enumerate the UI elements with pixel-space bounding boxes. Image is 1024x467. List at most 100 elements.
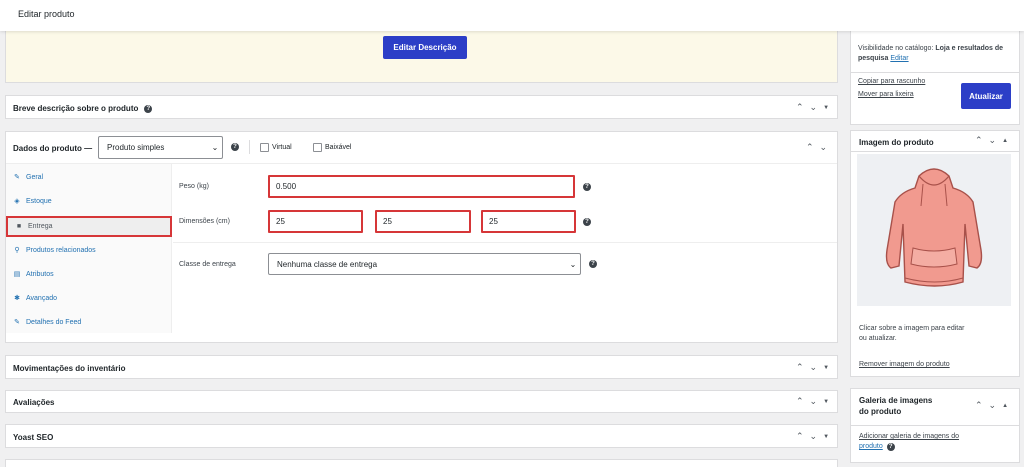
- tag-icon: ◈: [14, 198, 20, 205]
- help-icon[interactable]: ?: [583, 183, 591, 191]
- product-type-value: Produto simples: [107, 143, 165, 152]
- edit-description-button[interactable]: Editar Descrição: [383, 36, 467, 59]
- height-input[interactable]: 25: [481, 210, 576, 233]
- checkbox-box[interactable]: [313, 143, 322, 152]
- toggle-triangle-icon[interactable]: ▼: [823, 399, 829, 405]
- panel-controls: ⌃ ⌄ ▲: [975, 135, 1008, 146]
- update-button[interactable]: Atualizar: [961, 83, 1011, 109]
- product-image[interactable]: [857, 154, 1011, 306]
- tab-feed-details[interactable]: ✎ Detalhes do Feed: [6, 312, 172, 332]
- tab-general[interactable]: ✎ Geral: [6, 167, 172, 187]
- shipping-class-value: Nenhuma classe de entrega: [277, 259, 378, 269]
- gallery-title-line-2: do produto: [859, 407, 902, 416]
- wrench-icon: ✎: [14, 174, 20, 181]
- description-area: Editar Descrição: [5, 30, 838, 83]
- toggle-triangle-icon[interactable]: ▲: [1002, 403, 1008, 409]
- top-bar: Editar produto: [0, 0, 1024, 31]
- product-image-box: Imagem do produto ⌃ ⌄ ▲ Clicar sobre a i…: [850, 130, 1020, 377]
- panel-controls: ⌃ ⌄ ▼: [796, 102, 829, 113]
- downloadable-checkbox[interactable]: Baixável: [313, 143, 351, 152]
- divider: [173, 242, 837, 243]
- toggle-triangle-icon[interactable]: ▲: [1002, 138, 1008, 144]
- visibility-label: Visibilidade no catálogo:: [858, 45, 934, 52]
- tab-linked-products[interactable]: ⚲ Produtos relacionados: [6, 240, 172, 260]
- width-input[interactable]: 25: [375, 210, 471, 233]
- toggle-triangle-icon[interactable]: ▼: [823, 365, 829, 371]
- reviews-title: Avaliações: [13, 398, 55, 407]
- gear-icon: ✱: [14, 295, 20, 302]
- panel-controls: ⌃ ⌄ ▼: [796, 362, 829, 373]
- product-gallery-box: Galeria de imagens do produto ⌃ ⌄ ▲ Adic…: [850, 388, 1020, 463]
- image-hint-line-2: ou atualizar.: [859, 335, 897, 342]
- shipping-class-label: Classe de entrega: [179, 261, 236, 268]
- chevron-down-icon[interactable]: ⌄: [810, 102, 818, 113]
- list-icon: ▤: [13, 271, 21, 278]
- reviews-panel: Avaliações ⌃ ⌄ ▼: [5, 390, 838, 413]
- help-icon[interactable]: ?: [144, 104, 153, 113]
- add-gallery-link-line-2[interactable]: produto: [859, 442, 883, 452]
- product-data-panel: Dados do produto — Produto simples ⌄ ? V…: [5, 131, 838, 343]
- chevron-down-icon: ⌄: [211, 143, 219, 152]
- visibility-edit-link[interactable]: Editar: [890, 55, 908, 62]
- inventory-panel: Movimentações do inventário ⌃ ⌄ ▼: [5, 355, 838, 379]
- help-icon[interactable]: ?: [231, 143, 239, 151]
- tab-inventory[interactable]: ◈ Estoque: [6, 191, 172, 211]
- gallery-title-line-1: Galeria de imagens: [859, 396, 933, 405]
- chevron-down-icon[interactable]: ⌄: [820, 142, 828, 153]
- help-icon[interactable]: ?: [886, 443, 895, 451]
- short-description-title: Breve descrição sobre o produto: [13, 104, 139, 113]
- divider: [851, 151, 1019, 152]
- divider: [851, 425, 1019, 426]
- help-icon[interactable]: ?: [583, 218, 591, 226]
- divider: [851, 72, 1019, 73]
- image-hint-line-1: Clicar sobre a imagem para editar: [859, 325, 965, 332]
- product-data-tabs: ✎ Geral ◈ Estoque ■ Entrega ⚲ Produtos r…: [6, 164, 172, 333]
- panel-controls: ⌃ ⌄ ▼: [796, 431, 829, 442]
- move-trash-link[interactable]: Mover para lixeira: [858, 90, 914, 100]
- toggle-triangle-icon[interactable]: ▼: [823, 105, 829, 111]
- chevron-down-icon: ⌄: [569, 259, 577, 269]
- tab-advanced[interactable]: ✱ Avançado: [6, 288, 172, 308]
- chevron-up-icon[interactable]: ⌃: [796, 396, 804, 407]
- weight-label: Peso (kg): [179, 183, 209, 190]
- inventory-title: Movimentações do inventário: [13, 364, 126, 373]
- product-image-title: Imagem do produto: [859, 138, 934, 147]
- virtual-label: Virtual: [272, 144, 292, 151]
- chevron-up-icon[interactable]: ⌃: [796, 362, 804, 373]
- divider: [249, 140, 250, 154]
- tab-attributes[interactable]: ▤ Atributos: [6, 264, 172, 284]
- product-data-title: Dados do produto —: [13, 144, 93, 153]
- shipping-class-select[interactable]: Nenhuma classe de entrega ⌄: [268, 253, 581, 275]
- remove-image-link[interactable]: Remover imagem do produto: [859, 360, 950, 370]
- chevron-up-icon[interactable]: ⌃: [975, 135, 983, 146]
- link-icon: ⚲: [14, 247, 20, 254]
- panel-controls: ⌃ ⌄ ▲: [975, 400, 1008, 411]
- help-icon[interactable]: ?: [589, 260, 597, 268]
- chevron-down-icon[interactable]: ⌄: [989, 400, 997, 411]
- dimensions-label: Dimensões (cm): [179, 218, 230, 225]
- add-gallery-link-line-1[interactable]: Adicionar galeria de imagens do: [859, 432, 959, 442]
- chevron-down-icon[interactable]: ⌄: [989, 135, 997, 146]
- truck-icon: ■: [16, 223, 22, 230]
- checkbox-box[interactable]: [260, 143, 269, 152]
- panel-controls: ⌃ ⌄ ▼: [796, 396, 829, 407]
- chevron-up-icon[interactable]: ⌃: [806, 142, 814, 153]
- collapsed-panel: [5, 459, 838, 467]
- publish-box: Visibilidade no catálogo: Loja e resulta…: [850, 30, 1020, 125]
- chevron-down-icon[interactable]: ⌄: [810, 396, 818, 407]
- toggle-triangle-icon[interactable]: ▼: [823, 434, 829, 440]
- chevron-up-icon[interactable]: ⌃: [796, 431, 804, 442]
- chevron-up-icon[interactable]: ⌃: [975, 400, 983, 411]
- panel-controls: ⌃ ⌄: [806, 142, 827, 153]
- product-type-select[interactable]: Produto simples ⌄: [98, 136, 223, 159]
- page-title: Editar produto: [18, 9, 75, 19]
- chevron-down-icon[interactable]: ⌄: [810, 362, 818, 373]
- length-input[interactable]: 25: [268, 210, 363, 233]
- weight-input[interactable]: 0.500: [268, 175, 575, 198]
- chevron-down-icon[interactable]: ⌄: [810, 431, 818, 442]
- copy-draft-link[interactable]: Copiar para rascunho: [858, 77, 925, 87]
- chevron-up-icon[interactable]: ⌃: [796, 102, 804, 113]
- virtual-checkbox[interactable]: Virtual: [260, 143, 292, 152]
- tab-shipping[interactable]: ■ Entrega: [6, 216, 172, 237]
- downloadable-label: Baixável: [325, 144, 352, 151]
